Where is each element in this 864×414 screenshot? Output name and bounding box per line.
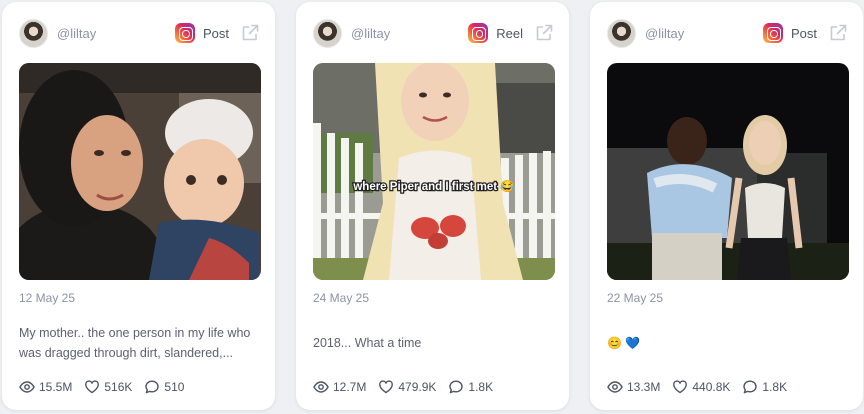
eye-icon	[313, 381, 329, 393]
post-caption: My mother.. the one person in my life wh…	[19, 326, 251, 360]
heart-icon	[85, 380, 100, 394]
likes-stat: 440.8K	[672, 379, 730, 395]
instagram-icon	[468, 23, 489, 43]
comment-icon	[145, 380, 160, 394]
card-header: @liltay Post	[607, 18, 847, 48]
comments-count: 1.8K	[762, 380, 788, 394]
comment-icon	[449, 380, 464, 394]
comments-stat: 510	[144, 379, 184, 395]
post-card[interactable]: @liltay Reel where Piper and I first met…	[296, 2, 569, 410]
eye-icon	[19, 381, 35, 393]
eye-icon	[607, 381, 623, 393]
account-handle[interactable]: @liltay	[645, 26, 763, 41]
views-stat: 15.5M	[19, 379, 72, 395]
account-handle[interactable]: @liltay	[57, 26, 175, 41]
post-stats: 15.5M 516K 510	[19, 377, 196, 397]
post-type-label: Post	[202, 25, 229, 41]
account-handle[interactable]: @liltay	[351, 26, 468, 41]
post-caption: 😊 💙	[607, 336, 641, 350]
comments-count: 510	[164, 380, 185, 394]
post-type-label: Post	[790, 25, 817, 41]
reel-photo: where Piper and I first met 😂	[313, 63, 555, 280]
post-caption: 2018... What a time	[313, 336, 422, 350]
external-link-icon[interactable]	[241, 24, 259, 42]
post-type-label: Reel	[496, 25, 523, 41]
post-thumbnail[interactable]	[607, 63, 849, 280]
post-photo	[19, 63, 261, 280]
instagram-icon	[762, 23, 783, 43]
views-count: 12.7M	[333, 380, 367, 394]
external-link-icon[interactable]	[829, 24, 847, 42]
likes-count: 440.8K	[692, 380, 731, 394]
instagram-icon	[174, 23, 195, 43]
views-count: 15.5M	[39, 380, 73, 394]
heart-icon	[379, 380, 394, 394]
card-header: @liltay Post	[19, 18, 259, 48]
comments-stat: 1.8K	[742, 379, 787, 395]
post-date: 24 May 25	[313, 291, 370, 305]
post-date: 22 May 25	[607, 291, 664, 305]
views-stat: 13.3M	[607, 379, 660, 395]
reel-overlay-text: where Piper and I first met 😂	[352, 179, 515, 193]
post-photo	[607, 63, 849, 280]
post-card[interactable]: @liltay Post 12 May 25 My mother.. the o…	[2, 2, 275, 410]
post-thumbnail[interactable]	[19, 63, 261, 280]
avatar[interactable]	[19, 18, 48, 48]
avatar[interactable]	[607, 18, 636, 48]
comment-icon	[743, 380, 758, 394]
likes-count: 479.9K	[398, 380, 437, 394]
comments-count: 1.8K	[468, 380, 494, 394]
likes-stat: 479.9K	[378, 379, 436, 395]
avatar[interactable]	[313, 18, 342, 48]
likes-count: 516K	[104, 380, 133, 394]
post-date: 12 May 25	[19, 291, 76, 305]
post-thumbnail[interactable]: where Piper and I first met 😂	[313, 63, 555, 280]
views-count: 13.3M	[627, 380, 661, 394]
heart-icon	[673, 380, 688, 394]
external-link-icon[interactable]	[535, 24, 553, 42]
views-stat: 12.7M	[313, 379, 366, 395]
card-header: @liltay Reel	[313, 18, 553, 48]
post-stats: 13.3M 440.8K 1.8K	[607, 377, 799, 397]
post-stats: 12.7M 479.9K 1.8K	[313, 377, 505, 397]
post-card[interactable]: @liltay Post 22 May 25 😊 💙 13.3M 440.8K …	[590, 2, 863, 410]
comments-stat: 1.8K	[448, 379, 493, 395]
likes-stat: 516K	[84, 379, 132, 395]
